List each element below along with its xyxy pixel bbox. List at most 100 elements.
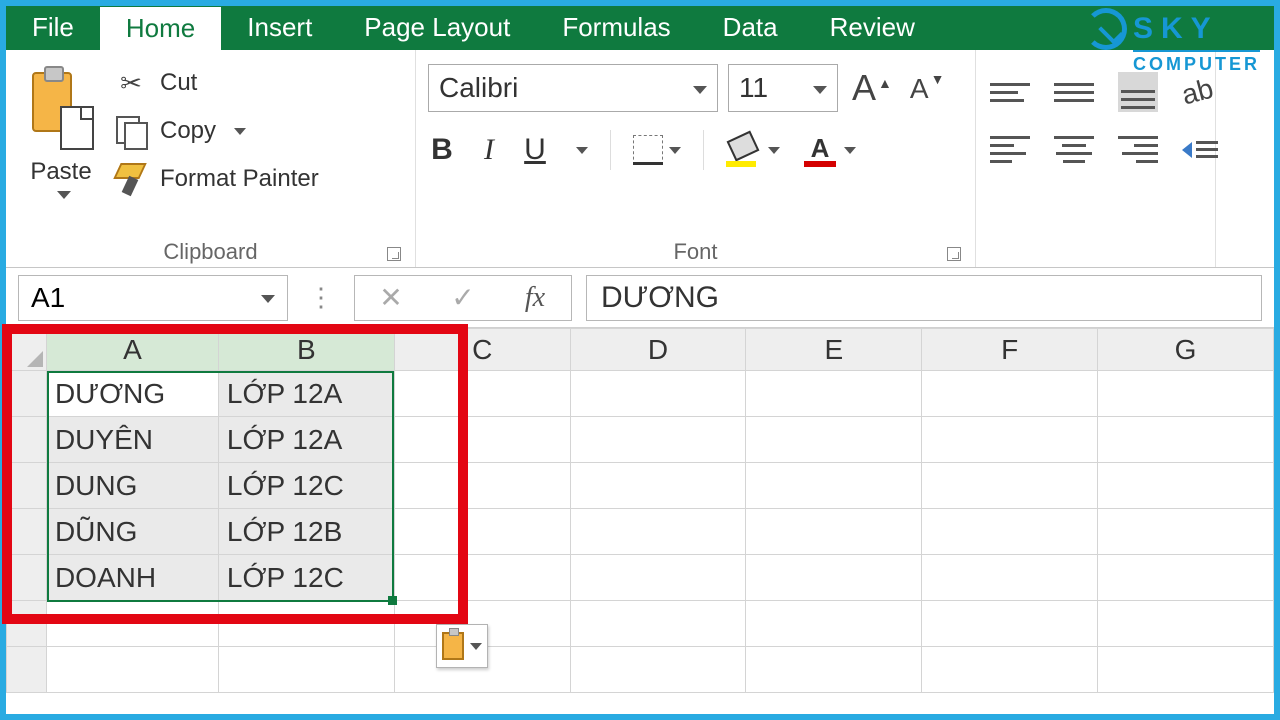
cell-B3[interactable]: LỚP 12C bbox=[218, 463, 394, 509]
row-header[interactable] bbox=[7, 601, 47, 647]
cell-F6[interactable] bbox=[922, 601, 1098, 647]
cell-G3[interactable] bbox=[1098, 463, 1274, 509]
underline-dropdown[interactable] bbox=[576, 147, 588, 154]
select-all-corner[interactable] bbox=[7, 329, 47, 371]
col-header-F[interactable]: F bbox=[922, 329, 1098, 371]
cell-C2[interactable] bbox=[394, 417, 570, 463]
align-left-button[interactable] bbox=[990, 136, 1030, 163]
tab-home[interactable]: Home bbox=[100, 6, 221, 50]
cell-G5[interactable] bbox=[1098, 555, 1274, 601]
formula-input[interactable]: DƯƠNG bbox=[586, 275, 1262, 321]
cell-F5[interactable] bbox=[922, 555, 1098, 601]
cell-A5[interactable]: DOANH bbox=[46, 555, 218, 601]
cell-B4[interactable]: LỚP 12B bbox=[218, 509, 394, 555]
row-header[interactable] bbox=[7, 371, 47, 417]
cell-A1[interactable]: DƯƠNG bbox=[46, 371, 218, 417]
align-right-button[interactable] bbox=[1118, 136, 1158, 163]
cell-D6[interactable] bbox=[570, 601, 746, 647]
copy-button[interactable]: Copy bbox=[114, 114, 319, 148]
row-header[interactable] bbox=[7, 647, 47, 693]
tab-data[interactable]: Data bbox=[697, 6, 804, 50]
increase-font-button[interactable]: A▲ bbox=[848, 67, 896, 109]
cell-E3[interactable] bbox=[746, 463, 922, 509]
cell-D2[interactable] bbox=[570, 417, 746, 463]
cell-F2[interactable] bbox=[922, 417, 1098, 463]
name-box[interactable]: A1 bbox=[18, 275, 288, 321]
copy-dropdown[interactable] bbox=[234, 128, 246, 135]
format-painter-button[interactable]: Format Painter bbox=[114, 162, 319, 196]
font-size-combo[interactable]: 11 bbox=[728, 64, 838, 112]
cell-C5[interactable] bbox=[394, 555, 570, 601]
cell-G6[interactable] bbox=[1098, 601, 1274, 647]
cell-D5[interactable] bbox=[570, 555, 746, 601]
decrease-indent-button[interactable] bbox=[1182, 141, 1218, 158]
tab-formulas[interactable]: Formulas bbox=[536, 6, 696, 50]
cell-G4[interactable] bbox=[1098, 509, 1274, 555]
cell-G7[interactable] bbox=[1098, 647, 1274, 693]
cell-E7[interactable] bbox=[746, 647, 922, 693]
col-header-B[interactable]: B bbox=[218, 329, 394, 371]
orientation-button[interactable]: ab bbox=[1182, 76, 1213, 108]
cell-F3[interactable] bbox=[922, 463, 1098, 509]
cell-C3[interactable] bbox=[394, 463, 570, 509]
paste-options-button[interactable] bbox=[436, 624, 488, 668]
cell-E1[interactable] bbox=[746, 371, 922, 417]
decrease-font-button[interactable]: A▼ bbox=[906, 71, 949, 105]
col-header-E[interactable]: E bbox=[746, 329, 922, 371]
row-header[interactable] bbox=[7, 555, 47, 601]
cell-D7[interactable] bbox=[570, 647, 746, 693]
cell-E6[interactable] bbox=[746, 601, 922, 647]
col-header-D[interactable]: D bbox=[570, 329, 746, 371]
bold-button[interactable]: B bbox=[428, 133, 456, 167]
cell-E2[interactable] bbox=[746, 417, 922, 463]
row-header[interactable] bbox=[7, 463, 47, 509]
cell-A2[interactable]: DUYÊN bbox=[46, 417, 218, 463]
font-name-combo[interactable]: Calibri bbox=[428, 64, 718, 112]
underline-button[interactable]: U bbox=[522, 133, 548, 167]
cell-B1[interactable]: LỚP 12A bbox=[218, 371, 394, 417]
cell-G2[interactable] bbox=[1098, 417, 1274, 463]
col-header-A[interactable]: A bbox=[46, 329, 218, 371]
align-top-button[interactable] bbox=[990, 83, 1030, 102]
cut-button[interactable]: Cut bbox=[114, 66, 319, 100]
cell-G1[interactable] bbox=[1098, 371, 1274, 417]
col-header-C[interactable]: C bbox=[394, 329, 570, 371]
cell-B2[interactable]: LỚP 12A bbox=[218, 417, 394, 463]
tab-review[interactable]: Review bbox=[804, 6, 941, 50]
cell-E4[interactable] bbox=[746, 509, 922, 555]
row-header[interactable] bbox=[7, 509, 47, 555]
col-header-G[interactable]: G bbox=[1098, 329, 1274, 371]
row-header[interactable] bbox=[7, 417, 47, 463]
font-launcher[interactable] bbox=[947, 247, 961, 261]
align-bottom-button[interactable] bbox=[1118, 72, 1158, 112]
cell-C1[interactable] bbox=[394, 371, 570, 417]
cell-A3[interactable]: DUNG bbox=[46, 463, 218, 509]
enter-button[interactable] bbox=[427, 276, 499, 320]
cell-D3[interactable] bbox=[570, 463, 746, 509]
tab-insert[interactable]: Insert bbox=[221, 6, 338, 50]
cell-A7[interactable] bbox=[46, 647, 218, 693]
name-box-more[interactable]: ⋮ bbox=[302, 282, 340, 313]
cell-E5[interactable] bbox=[746, 555, 922, 601]
cell-B6[interactable] bbox=[218, 601, 394, 647]
clipboard-launcher[interactable] bbox=[387, 247, 401, 261]
align-middle-button[interactable] bbox=[1054, 72, 1094, 112]
paste-icon[interactable] bbox=[26, 64, 96, 152]
cell-D1[interactable] bbox=[570, 371, 746, 417]
cancel-button[interactable] bbox=[355, 276, 427, 320]
cell-F4[interactable] bbox=[922, 509, 1098, 555]
cell-B5[interactable]: LỚP 12C bbox=[218, 555, 394, 601]
cell-A6[interactable] bbox=[46, 601, 218, 647]
italic-button[interactable]: I bbox=[478, 133, 500, 167]
fx-button[interactable]: fx bbox=[499, 276, 571, 320]
cell-A4[interactable]: DŨNG bbox=[46, 509, 218, 555]
borders-button[interactable] bbox=[633, 135, 681, 165]
cell-F7[interactable] bbox=[922, 647, 1098, 693]
align-center-button[interactable] bbox=[1054, 136, 1094, 163]
cell-F1[interactable] bbox=[922, 371, 1098, 417]
cell-B7[interactable] bbox=[218, 647, 394, 693]
tab-pagelayout[interactable]: Page Layout bbox=[338, 6, 536, 50]
paste-dropdown[interactable] bbox=[16, 186, 106, 204]
font-color-button[interactable]: A bbox=[802, 133, 856, 167]
cell-D4[interactable] bbox=[570, 509, 746, 555]
